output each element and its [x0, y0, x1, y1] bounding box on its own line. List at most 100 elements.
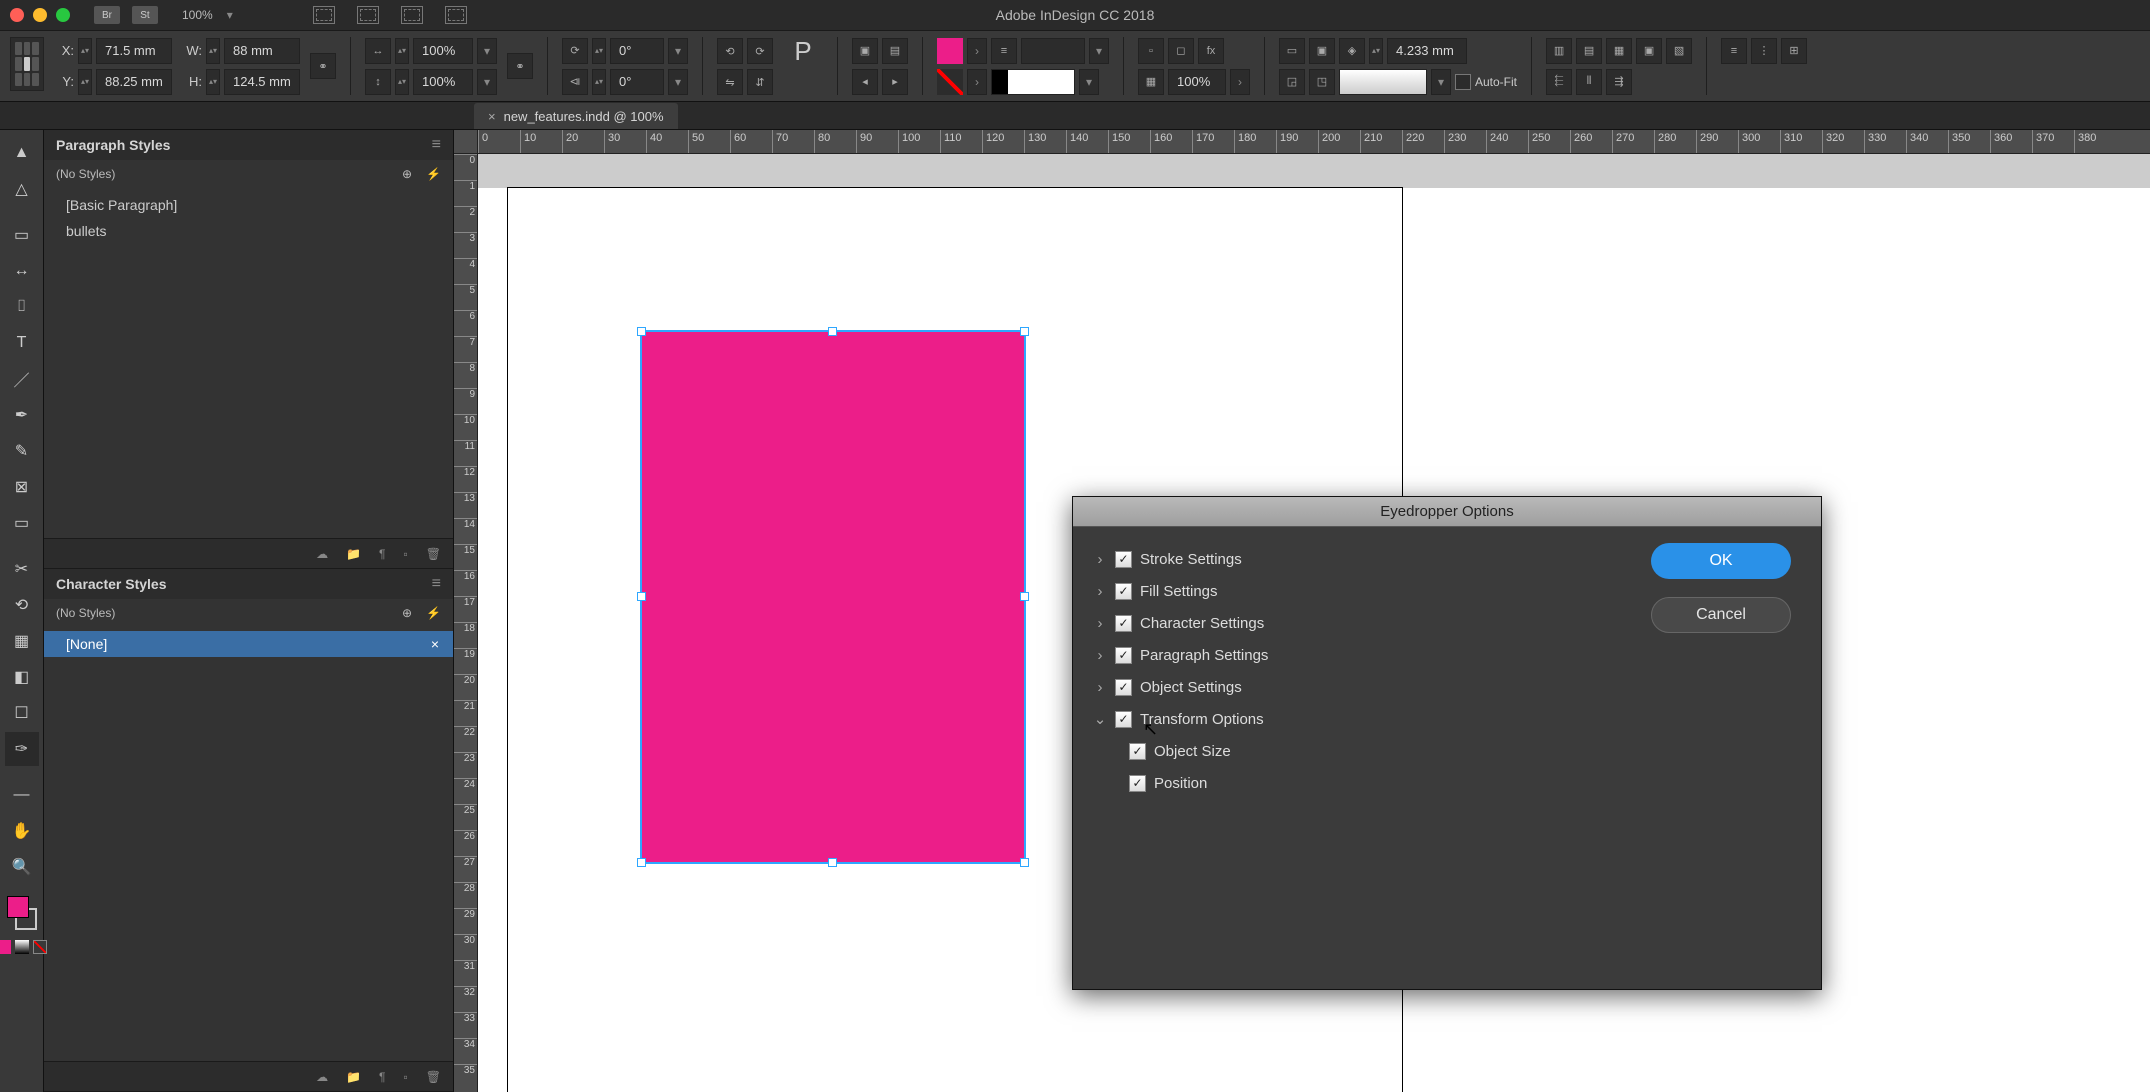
gap-stepper[interactable]: ▴▾: [1369, 38, 1383, 64]
rectangle-frame-tool[interactable]: ⊠: [5, 470, 39, 504]
opacity-field[interactable]: 100%: [1168, 69, 1226, 95]
new-group-icon[interactable]: ⊕: [402, 167, 412, 181]
stock-launch-icon[interactable]: St: [132, 6, 158, 24]
scale-x-stepper[interactable]: ▴▾: [395, 38, 409, 64]
delete-style-icon[interactable]: 🗑: [426, 1070, 441, 1084]
apply-gradient-icon[interactable]: [15, 940, 29, 954]
scale-y-stepper[interactable]: ▴▾: [395, 69, 409, 95]
eyedropper-tool[interactable]: ✑: [5, 732, 39, 766]
checkbox[interactable]: ✓: [1115, 551, 1132, 568]
opacity-menu[interactable]: ›: [1230, 69, 1250, 95]
rotate-ccw-icon[interactable]: ⟲: [717, 38, 743, 64]
corner-options-2-icon[interactable]: ◳: [1309, 69, 1335, 95]
rotate-stepper[interactable]: ▴▾: [592, 38, 606, 64]
constrain-proportions-icon[interactable]: ⚭: [310, 53, 336, 79]
checkbox[interactable]: ✓: [1115, 615, 1132, 632]
character-style-list[interactable]: [None] ×: [44, 627, 453, 1061]
option-row[interactable]: ✓Object Size: [1093, 735, 1625, 767]
new-folder-icon[interactable]: 📁: [346, 547, 361, 561]
close-window-button[interactable]: [10, 8, 24, 22]
measure-tool[interactable]: —: [5, 778, 39, 812]
flip-v-icon[interactable]: ⇵: [747, 69, 773, 95]
fill-stroke-proxy[interactable]: [5, 894, 39, 932]
corner-style-field[interactable]: [1339, 69, 1427, 95]
view-option-3-icon[interactable]: [401, 6, 423, 24]
type-tool[interactable]: T: [5, 326, 39, 360]
gap-field[interactable]: 4.233 mm: [1387, 38, 1467, 64]
document-canvas[interactable]: 0102030405060708090100110120130140150160…: [454, 130, 2150, 1092]
scale-link-icon[interactable]: ⚭: [507, 53, 533, 79]
option-row[interactable]: ›✓Paragraph Settings: [1093, 639, 1625, 671]
cc-libraries-icon[interactable]: ☁: [316, 1070, 328, 1084]
resize-handle-nw[interactable]: [637, 327, 646, 336]
select-prev-icon[interactable]: ◂: [852, 69, 878, 95]
gap-tool[interactable]: ↔: [5, 254, 39, 288]
h-stepper[interactable]: ▴▾: [206, 69, 220, 95]
text-wrap-bound-icon[interactable]: ▣: [1309, 38, 1335, 64]
y-stepper[interactable]: ▴▾: [78, 69, 92, 95]
ok-button[interactable]: OK: [1651, 543, 1791, 579]
y-field[interactable]: 88.25 mm: [96, 69, 172, 95]
align-center-icon[interactable]: ⫴: [1576, 69, 1602, 95]
stroke-style-preview[interactable]: [991, 69, 1075, 95]
x-field[interactable]: 71.5 mm: [96, 38, 172, 64]
x-stepper[interactable]: ▴▾: [78, 38, 92, 64]
gradient-swatch-tool[interactable]: ▦: [5, 624, 39, 658]
resize-handle-sw[interactable]: [637, 858, 646, 867]
free-transform-tool[interactable]: ⟲: [5, 588, 39, 622]
chevron-right-icon[interactable]: ›: [1093, 615, 1107, 632]
option-row[interactable]: ›✓Character Settings: [1093, 607, 1625, 639]
align-right-icon[interactable]: ⇶: [1606, 69, 1632, 95]
option-row[interactable]: ›✓Stroke Settings: [1093, 543, 1625, 575]
list-item[interactable]: [None] ×: [44, 631, 453, 657]
new-group-icon[interactable]: ⊕: [402, 606, 412, 620]
selected-rectangle[interactable]: [642, 332, 1024, 862]
checkbox[interactable]: ✓: [1115, 679, 1132, 696]
rectangle-tool[interactable]: ▭: [5, 506, 39, 540]
fullscreen-window-button[interactable]: [56, 8, 70, 22]
clear-icon[interactable]: ¶: [379, 547, 385, 561]
cancel-button[interactable]: Cancel: [1651, 597, 1791, 633]
chevron-right-icon[interactable]: ›: [1093, 679, 1107, 696]
bridge-launch-icon[interactable]: Br: [94, 6, 120, 24]
vertical-ruler[interactable]: 0123456789101112131415161718192021222324…: [454, 154, 478, 1092]
fx-icon[interactable]: fx: [1198, 38, 1224, 64]
view-option-1-icon[interactable]: [313, 6, 335, 24]
clear-overrides-icon[interactable]: ⚡: [426, 606, 441, 620]
new-style-icon[interactable]: ▫: [404, 1070, 408, 1084]
zoom-level-menu[interactable]: 100%: [182, 8, 213, 22]
fill-menu-chevron[interactable]: ›: [967, 38, 987, 64]
document-tab[interactable]: × new_features.indd @ 100%: [474, 103, 678, 129]
resize-handle-ne[interactable]: [1020, 327, 1029, 336]
minimize-window-button[interactable]: [33, 8, 47, 22]
clear-overrides-icon[interactable]: ⚡: [426, 167, 441, 181]
delete-style-icon[interactable]: 🗑: [426, 547, 441, 561]
panel-menu-icon[interactable]: ≡: [432, 575, 441, 593]
resize-handle-e[interactable]: [1020, 592, 1029, 601]
clear-icon[interactable]: ¶: [379, 1070, 385, 1084]
stroke-weight-field[interactable]: [1021, 38, 1085, 64]
new-style-icon[interactable]: ▫: [404, 547, 408, 561]
note-tool[interactable]: ☐: [5, 696, 39, 730]
list-item[interactable]: bullets: [44, 218, 453, 244]
w-stepper[interactable]: ▴▾: [206, 38, 220, 64]
space-icon[interactable]: ⊞: [1781, 38, 1807, 64]
close-tab-icon[interactable]: ×: [488, 109, 496, 124]
rotate-menu[interactable]: ▾: [668, 38, 688, 64]
corner-options-icon[interactable]: ◲: [1279, 69, 1305, 95]
resize-handle-w[interactable]: [637, 592, 646, 601]
line-tool[interactable]: ／: [5, 362, 39, 396]
scale-x-field[interactable]: 100%: [413, 38, 473, 64]
stroke-menu-chevron[interactable]: ›: [967, 69, 987, 95]
scale-y-menu[interactable]: ▾: [477, 69, 497, 95]
option-row[interactable]: ›✓Fill Settings: [1093, 575, 1625, 607]
autofit-checkbox[interactable]: [1455, 74, 1471, 90]
distribute-h-icon[interactable]: ≡: [1721, 38, 1747, 64]
hand-tool[interactable]: ✋: [5, 814, 39, 848]
page-tool[interactable]: ▭: [5, 218, 39, 252]
direct-selection-tool[interactable]: △: [5, 172, 39, 206]
option-row[interactable]: ✓Position: [1093, 767, 1625, 799]
fit-frame-icon[interactable]: ▤: [1576, 38, 1602, 64]
panel-menu-icon[interactable]: ≡: [432, 136, 441, 154]
ruler-origin[interactable]: [454, 130, 478, 154]
